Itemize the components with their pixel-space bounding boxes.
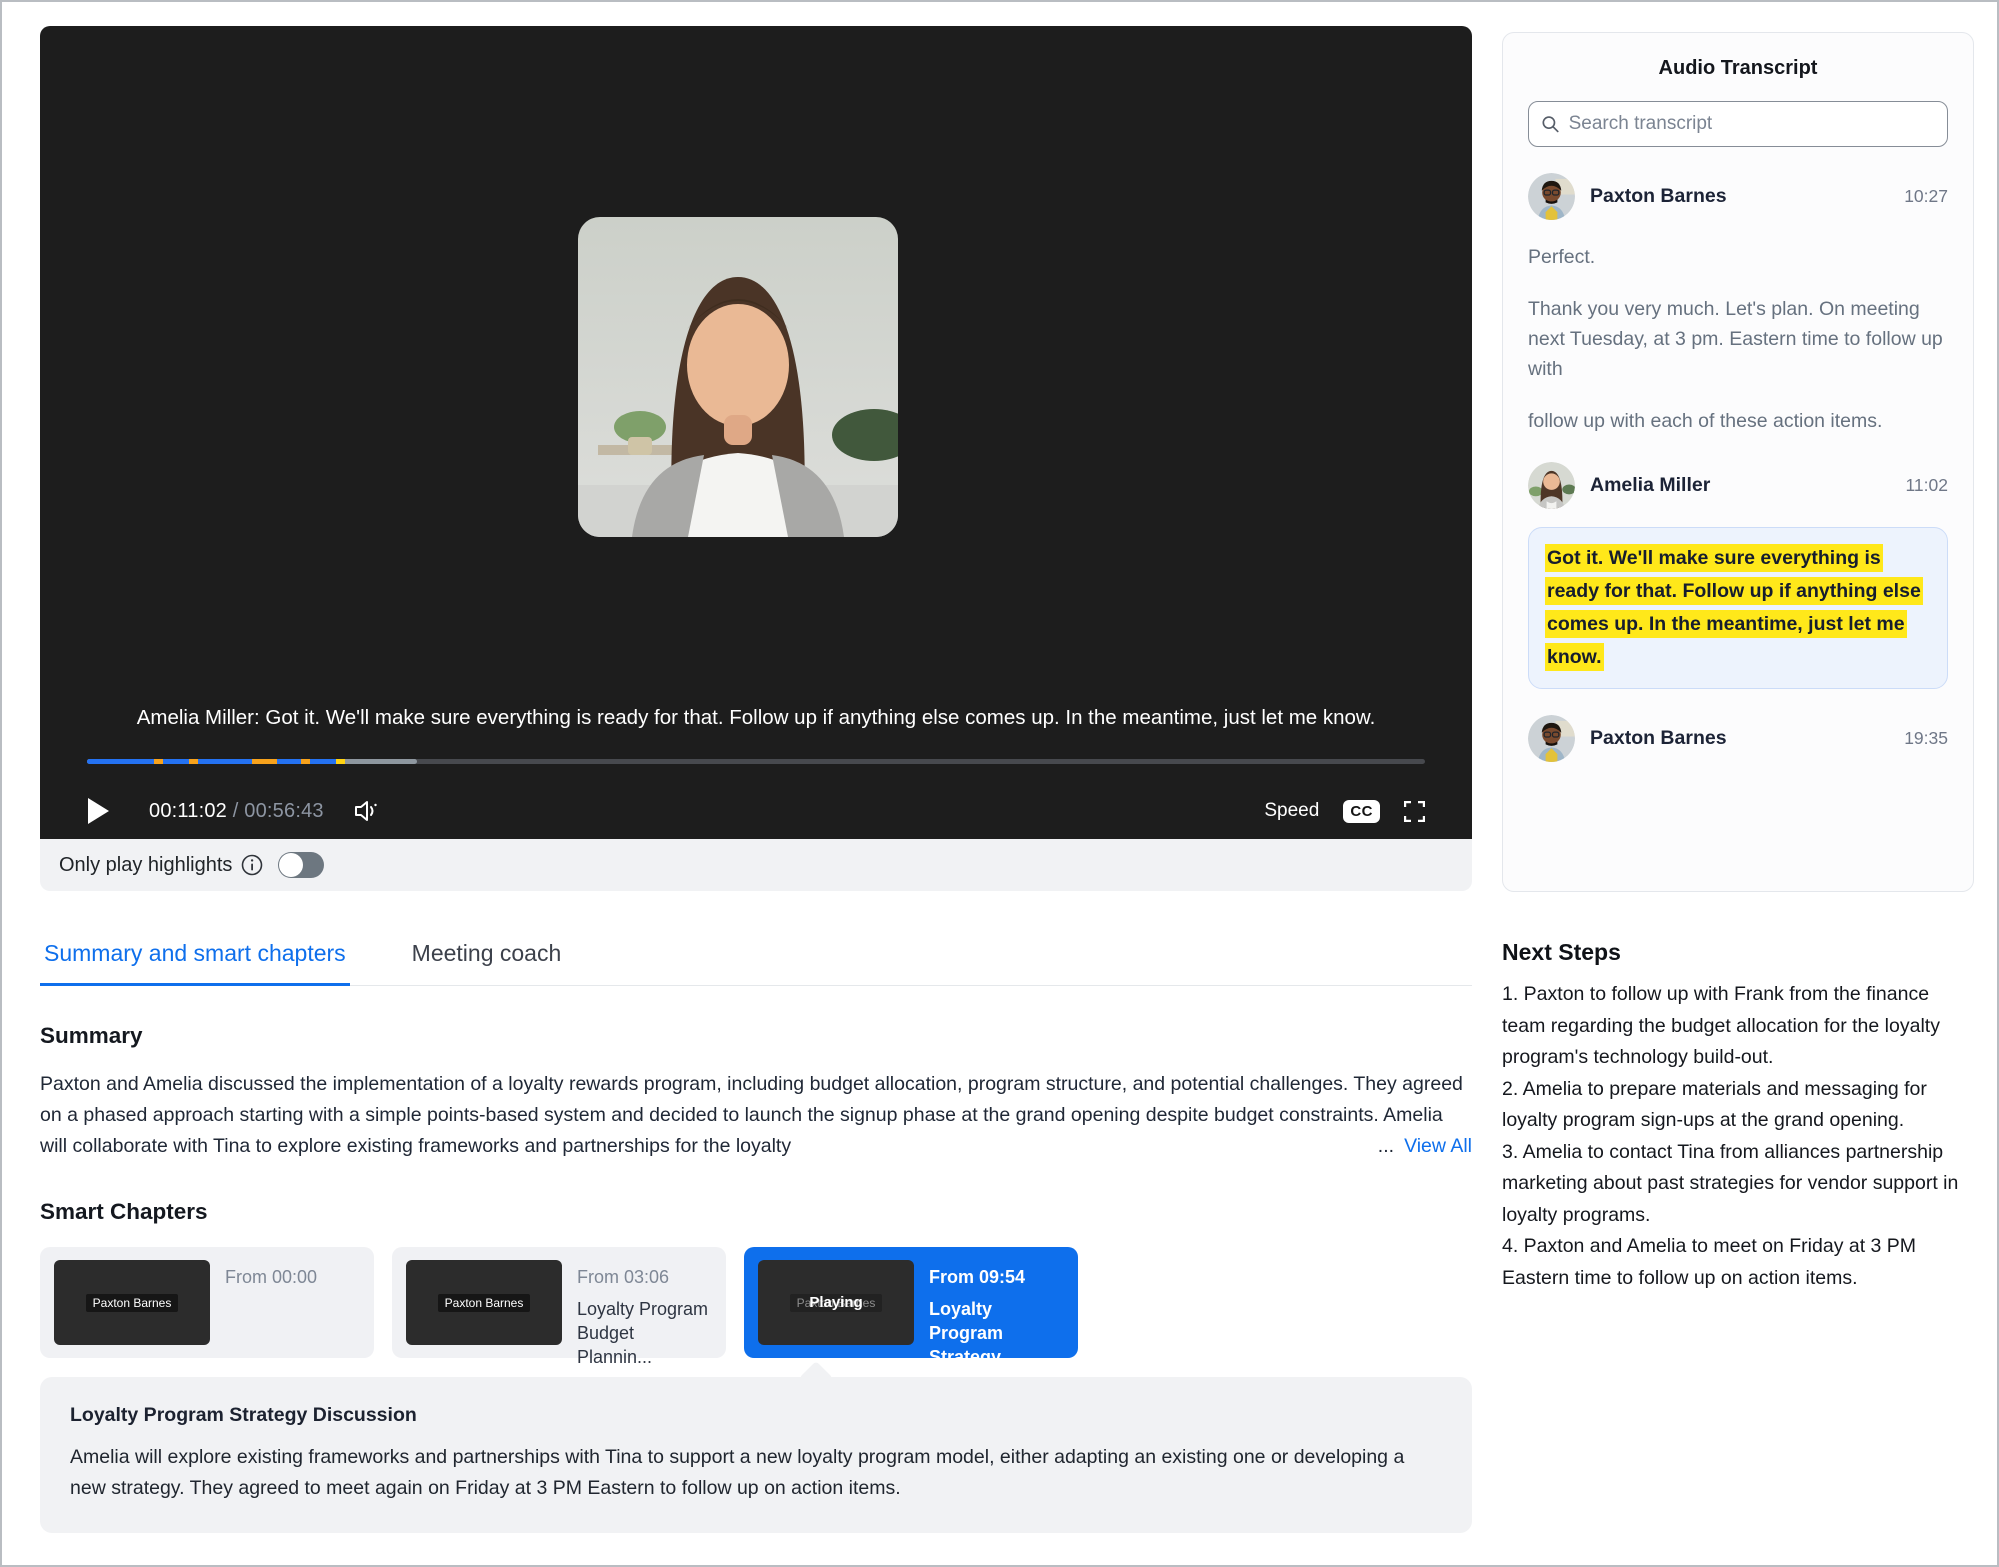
next-step-item: 2. Amelia to prepare materials and messa… xyxy=(1502,1074,1974,1137)
entry-timestamp: 11:02 xyxy=(1906,475,1949,496)
chapter-card-3-active[interactable]: Paxton Barnes Playing From 09:54 Loyalty… xyxy=(744,1247,1078,1358)
audio-transcript-panel: Audio Transcript xyxy=(1502,32,1974,892)
speaker-name: Paxton Barnes xyxy=(1590,185,1727,208)
video-player[interactable]: Amelia Miller: Got it. We'll make sure e… xyxy=(40,26,1472,839)
chapter-card-2[interactable]: Paxton Barnes From 03:06 Loyalty Program… xyxy=(392,1247,726,1358)
highlighted-transcript-message[interactable]: Got it. We'll make sure everything is re… xyxy=(1528,527,1948,689)
chapter-meta: From 09:54 Loyalty Program Strategy... xyxy=(929,1260,1064,1345)
detail-caret xyxy=(799,1361,833,1395)
speaker-portrait-illustration xyxy=(578,217,898,537)
entry-timestamp: 10:27 xyxy=(1904,186,1948,207)
highlight-marker xyxy=(189,759,198,764)
chapter-title: Loyalty Program Strategy... xyxy=(929,1297,1064,1369)
chapter-thumbnail: Paxton Barnes xyxy=(406,1260,562,1345)
search-input[interactable] xyxy=(1569,113,1935,135)
avatar-paxton-barnes xyxy=(1528,173,1575,220)
summary-heading: Summary xyxy=(40,1023,1472,1049)
speaker-name: Amelia Miller xyxy=(1590,474,1710,497)
transcript-entry-header: Amelia Miller 11:02 xyxy=(1528,462,1948,509)
smart-chapters-heading: Smart Chapters xyxy=(40,1199,1472,1225)
avatar-paxton-barnes xyxy=(1528,715,1575,762)
speaker-video-tile xyxy=(578,217,898,537)
chapter-detail-body: Amelia will explore existing frameworks … xyxy=(70,1442,1442,1504)
current-time: 00:11:02 xyxy=(149,800,227,822)
chapter-detail-panel: Loyalty Program Strategy Discussion Amel… xyxy=(40,1377,1472,1533)
chapter-thumbnail: Paxton Barnes xyxy=(54,1260,210,1345)
progress-track[interactable] xyxy=(87,759,1425,764)
closed-captions-button[interactable]: CC xyxy=(1343,800,1380,823)
transcript-entry-header: Paxton Barnes 10:27 xyxy=(1528,173,1948,220)
info-icon[interactable] xyxy=(241,854,263,876)
tab-summary-and-smart-chapters[interactable]: Summary and smart chapters xyxy=(40,940,350,986)
thumbnail-name-tag: Paxton Barnes xyxy=(438,1294,531,1312)
next-step-item: 3. Amelia to contact Tina from alliances… xyxy=(1502,1137,1974,1232)
fullscreen-icon[interactable] xyxy=(1404,801,1425,822)
total-duration: 00:56:43 xyxy=(244,800,323,822)
chapter-title: Loyalty Program Budget Plannin... xyxy=(577,1297,712,1369)
tab-meeting-coach[interactable]: Meeting coach xyxy=(408,940,566,985)
transcript-paragraph: Thank you very much. Let's plan. On meet… xyxy=(1528,294,1948,384)
highlighted-text: Got it. We'll make sure everything is re… xyxy=(1545,544,1923,671)
transcript-entry[interactable]: Paxton Barnes 19:35 xyxy=(1528,715,1948,762)
volume-icon[interactable] xyxy=(354,799,380,823)
chapter-detail-title: Loyalty Program Strategy Discussion xyxy=(70,1404,1442,1427)
next-steps-heading: Next Steps xyxy=(1502,939,1974,966)
transcript-search-box[interactable] xyxy=(1528,101,1948,147)
next-step-item: 4. Paxton and Amelia to meet on Friday a… xyxy=(1502,1231,1974,1294)
next-steps-section: Next Steps 1. Paxton to follow up with F… xyxy=(1502,939,1974,1294)
side-column: Audio Transcript xyxy=(1502,32,1974,1294)
highlight-marker xyxy=(301,759,310,764)
view-all-link[interactable]: View All xyxy=(1404,1135,1472,1157)
highlights-toggle-switch[interactable] xyxy=(278,852,324,878)
speaker-name: Paxton Barnes xyxy=(1590,727,1727,750)
app-window: Amelia Miller: Got it. We'll make sure e… xyxy=(0,0,1999,1567)
search-icon xyxy=(1541,114,1560,134)
chapter-cards: Paxton Barnes From 00:00 Paxton Barnes F… xyxy=(40,1247,1472,1358)
view-all-line: ... View All xyxy=(1366,1131,1472,1162)
chapter-start-time: From 00:00 xyxy=(225,1267,317,1288)
avatar-amelia-miller xyxy=(1528,462,1575,509)
transcript-entry[interactable]: Paxton Barnes 10:27 Perfect. Thank you v… xyxy=(1528,173,1948,436)
next-step-item: 1. Paxton to follow up with Frank from t… xyxy=(1502,979,1974,1074)
summary-text: Paxton and Amelia discussed the implemen… xyxy=(40,1069,1472,1162)
summary-ellipsis: ... xyxy=(1378,1135,1394,1157)
transcript-paragraph: Perfect. xyxy=(1528,242,1948,272)
play-button[interactable] xyxy=(87,798,109,824)
playing-status-label: Playing xyxy=(758,1294,914,1311)
video-caption: Amelia Miller: Got it. We'll make sure e… xyxy=(70,702,1442,733)
speed-button[interactable]: Speed xyxy=(1264,800,1319,822)
chapter-start-time: From 03:06 xyxy=(577,1267,712,1288)
chapter-meta: From 00:00 xyxy=(225,1260,317,1345)
transcript-title: Audio Transcript xyxy=(1528,57,1948,80)
transcript-entry-header: Paxton Barnes 19:35 xyxy=(1528,715,1948,762)
transcript-paragraph: follow up with each of these action item… xyxy=(1528,406,1948,436)
toggle-knob xyxy=(279,853,303,877)
playhead-marker[interactable] xyxy=(336,759,345,764)
next-steps-list: 1. Paxton to follow up with Frank from t… xyxy=(1502,979,1974,1294)
chapter-card-1[interactable]: Paxton Barnes From 00:00 xyxy=(40,1247,374,1358)
tab-bar: Summary and smart chapters Meeting coach xyxy=(40,940,1472,986)
time-display: 00:11:02 / 00:56:43 xyxy=(149,800,324,823)
highlight-marker xyxy=(252,759,261,764)
entry-timestamp: 19:35 xyxy=(1904,728,1948,749)
summary-body: Paxton and Amelia discussed the implemen… xyxy=(40,1073,1463,1157)
highlight-marker xyxy=(268,759,277,764)
main-column: Amelia Miller: Got it. We'll make sure e… xyxy=(40,26,1472,1533)
chapter-start-time: From 09:54 xyxy=(929,1267,1064,1288)
chapter-thumbnail: Paxton Barnes Playing xyxy=(758,1260,914,1345)
highlights-toggle-row: Only play highlights xyxy=(40,839,1472,891)
right-controls: Speed CC xyxy=(1264,800,1425,823)
time-separator: / xyxy=(233,800,239,822)
highlights-toggle-label: Only play highlights xyxy=(59,854,232,877)
highlight-marker xyxy=(154,759,163,764)
transcript-entry[interactable]: Amelia Miller 11:02 Got it. We'll make s… xyxy=(1528,462,1948,689)
player-controls: 00:11:02 / 00:56:43 Speed CC xyxy=(87,789,1425,833)
thumbnail-name-tag: Paxton Barnes xyxy=(86,1294,179,1312)
chapter-meta: From 03:06 Loyalty Program Budget Planni… xyxy=(577,1260,712,1345)
